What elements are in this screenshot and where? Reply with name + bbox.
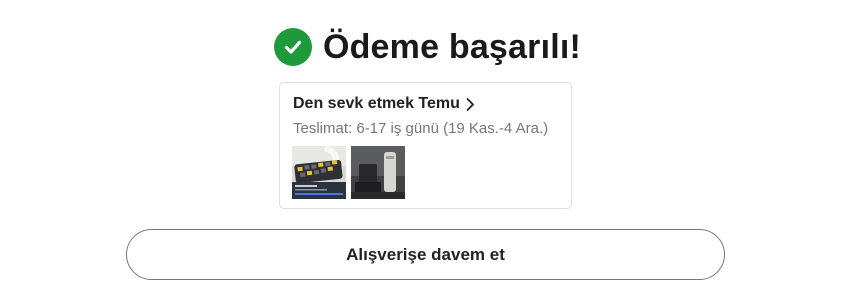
gray-device-product-image[interactable] <box>351 146 405 199</box>
keyboard-product-image[interactable] <box>292 146 346 199</box>
seller-link[interactable]: Den sevk etmek Temu <box>293 95 475 113</box>
page-title: Ödeme başarılı! <box>322 27 582 66</box>
success-header: Ödeme başarılı! <box>0 24 855 70</box>
order-card: Den sevk etmek Temu Teslimat: 6-17 iş gü… <box>279 82 572 209</box>
continue-shopping-button[interactable]: Alışverişe davem et <box>126 229 725 280</box>
product-thumbnails <box>292 146 405 199</box>
delivery-info: Teslimat: 6-17 iş günü (19 Kas.-4 Ara.) <box>293 120 549 137</box>
chevron-right-icon <box>465 97 475 112</box>
check-circle-icon <box>273 28 312 66</box>
seller-name: Den sevk etmek Temu <box>293 95 460 112</box>
